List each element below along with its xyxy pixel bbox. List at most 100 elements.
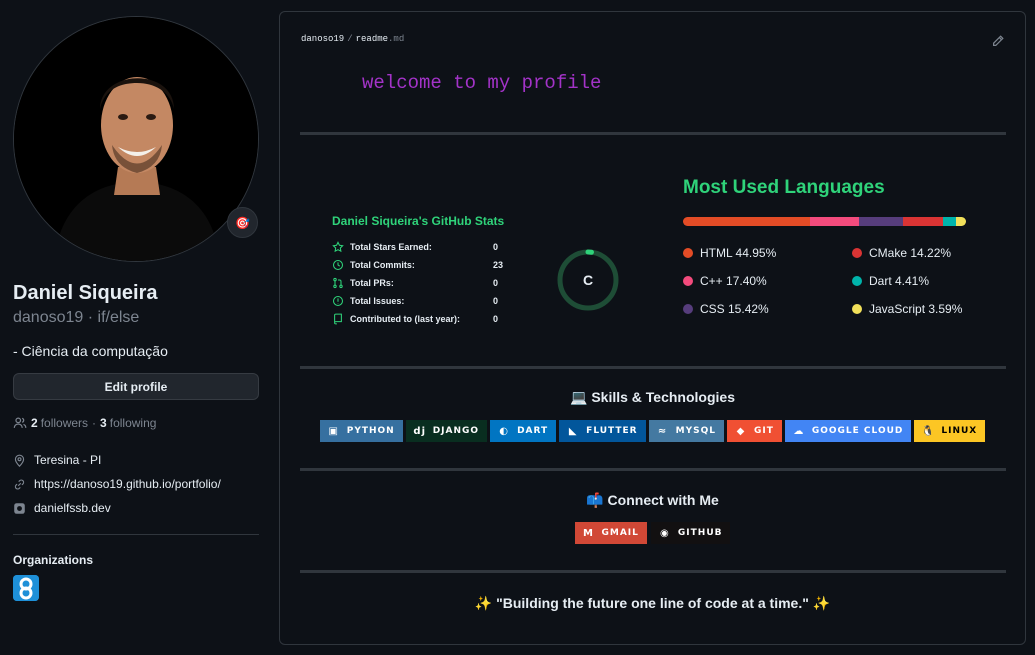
badge-label: GITHUB (677, 528, 723, 538)
avatar[interactable] (13, 16, 259, 262)
section-divider (300, 570, 1006, 573)
mysql-icon: ≈ (657, 425, 668, 437)
language-bar-segment (903, 217, 944, 226)
section-divider (300, 366, 1006, 369)
gmail-badge[interactable]: M GMAIL (574, 522, 647, 544)
badge-label: DART (517, 426, 549, 436)
quote-text: ✨ "Building the future one line of code … (474, 595, 831, 611)
linux-badge[interactable]: 🐧 LINUX (914, 420, 986, 442)
language-bar-segment (810, 217, 860, 226)
language-label: Dart 4.41% (869, 274, 930, 288)
profile-bio: - Ciência da computação (13, 343, 168, 359)
status-emoji-button[interactable]: 🎯 (227, 207, 258, 238)
sidebar-divider (13, 534, 259, 535)
python-icon: ▣ (328, 425, 339, 437)
profile-name: Daniel Siqueira (13, 282, 158, 304)
section-divider (300, 468, 1006, 471)
language-bar-segment (859, 217, 904, 226)
language-dot (852, 304, 862, 314)
followers-link[interactable]: 2 followers (31, 416, 88, 430)
stats-row: Total Issues: 0 (332, 292, 507, 310)
social-account-icon (13, 502, 26, 515)
language-label: CSS 15.42% (700, 302, 769, 316)
language-item: HTML 44.95% (683, 244, 852, 262)
pull-request-icon (332, 277, 344, 289)
social-link[interactable]: danielfssb.dev (34, 501, 111, 515)
dart-icon: ◐ (499, 425, 509, 437)
dart-badge[interactable]: ◐ DART (490, 420, 557, 442)
connect-badges: M GMAIL ◉ GITHUB (280, 522, 1025, 544)
gmail-icon: M (583, 527, 594, 539)
django-badge[interactable]: dj DJANGO (405, 420, 488, 442)
edit-readme-button[interactable] (991, 34, 1005, 48)
language-dot (852, 248, 862, 258)
breadcrumb-owner-link[interactable]: danoso19 (301, 34, 344, 44)
mailbox-icon: 📫 (586, 492, 604, 508)
language-dot (683, 304, 693, 314)
stats-value: 0 (493, 296, 499, 306)
github-badge[interactable]: ◉ GITHUB (650, 522, 731, 544)
language-item: CSS 15.42% (683, 300, 852, 318)
badge-label: FLUTTER (586, 426, 638, 436)
website-item: https://danoso19.github.io/portfolio/ (13, 472, 259, 496)
people-icon (13, 417, 27, 428)
language-item: JavaScript 3.59% (852, 300, 1013, 318)
github-icon: ◉ (660, 527, 670, 539)
edit-profile-button[interactable]: Edit profile (13, 373, 259, 400)
badge-label: GOOGLE CLOUD (811, 426, 904, 436)
avatar-photo (14, 17, 258, 261)
stats-title: Daniel Siqueira's GitHub Stats (332, 214, 505, 228)
badge-label: GIT (753, 426, 774, 436)
star-icon (332, 241, 344, 253)
google-cloud-badge[interactable]: ☁ GOOGLE CLOUD (784, 420, 912, 442)
stats-row: Contributed to (last year): 0 (332, 310, 507, 328)
stats-label: Total Commits: (350, 260, 415, 270)
rank-letter: C (582, 272, 594, 288)
language-item: Dart 4.41% (852, 272, 1013, 290)
badge-label: GMAIL (601, 528, 639, 538)
stats-value: 0 (493, 314, 499, 324)
profile-sidebar: 🎯 Daniel Siqueira danoso19 · if/else - C… (13, 16, 259, 601)
follow-info: 2 followers · 3 following (13, 416, 259, 430)
profile-login: danoso19 · if/else (13, 309, 140, 326)
git-badge[interactable]: ◆ GIT (726, 420, 782, 442)
readme-breadcrumb: danoso19/readme.md (301, 34, 404, 44)
languages-title: Most Used Languages (683, 177, 885, 198)
issue-icon (332, 295, 344, 307)
pencil-icon (993, 35, 1004, 46)
language-dot (852, 276, 862, 286)
flutter-icon: ◣ (568, 425, 578, 437)
skills-title: Skills & Technologies (591, 389, 735, 405)
stats-row: Total PRs: 0 (332, 274, 507, 292)
location-icon (13, 454, 26, 467)
python-badge[interactable]: ▣ PYTHON (319, 420, 403, 442)
welcome-heading: welcome to my profile (362, 72, 602, 94)
repo-icon (332, 313, 344, 325)
badge-label: MYSQL (675, 426, 716, 436)
connect-title: Connect with Me (607, 492, 719, 508)
language-item: CMake 14.22% (852, 244, 1013, 262)
stats-value: 0 (493, 242, 499, 252)
organization-avatar[interactable] (13, 575, 39, 601)
badge-label: DJANGO (432, 426, 480, 436)
flutter-badge[interactable]: ◣ FLUTTER (559, 420, 646, 442)
target-icon: 🎯 (235, 215, 250, 230)
website-link[interactable]: https://danoso19.github.io/portfolio/ (34, 477, 221, 491)
section-divider (300, 132, 1006, 135)
language-item: C++ 17.40% (683, 272, 852, 290)
languages-list: HTML 44.95% CMake 14.22% C++ 17.40% Dart… (683, 244, 1013, 318)
stats-row: Total Stars Earned: 0 (332, 238, 507, 256)
stats-label: Total PRs: (350, 278, 394, 288)
following-link[interactable]: 3 following (100, 416, 156, 430)
language-label: CMake 14.22% (869, 246, 952, 260)
history-icon (332, 259, 344, 271)
connect-heading: 📫 Connect with Me (280, 492, 1025, 509)
skills-heading: 💻 Skills & Technologies (280, 389, 1025, 406)
language-label: HTML 44.95% (700, 246, 777, 260)
language-dot (683, 248, 693, 258)
breadcrumb-file: readme (355, 34, 389, 44)
stats-value: 23 (493, 260, 504, 270)
link-icon (13, 478, 26, 491)
mysql-badge[interactable]: ≈ MYSQL (648, 420, 724, 442)
git-icon: ◆ (736, 425, 746, 437)
